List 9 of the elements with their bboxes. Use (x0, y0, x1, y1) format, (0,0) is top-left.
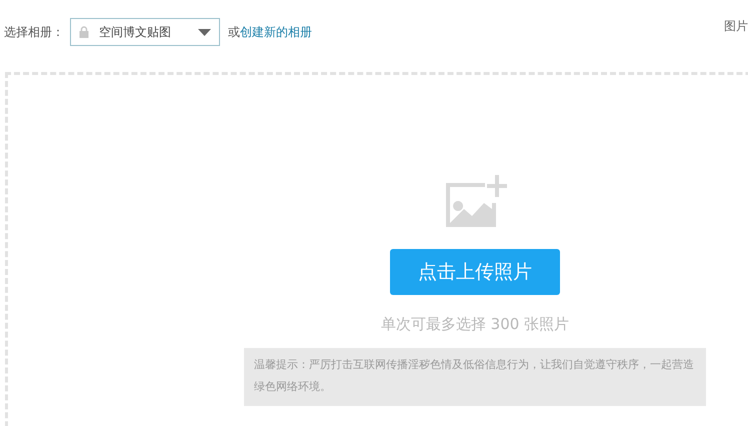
album-label: 选择相册： (4, 24, 64, 40)
caret-icon (198, 28, 211, 36)
upload-limit-text: 单次可最多选择 300 张照片 (380, 315, 570, 334)
upload-photos-button[interactable]: 点击上传照片 (390, 249, 560, 295)
or-text: 或 (228, 24, 240, 40)
album-dropdown[interactable]: 空间博文贴图 (70, 18, 220, 46)
image-text: 图片 (724, 18, 748, 35)
create-album-link[interactable]: 创建新的相册 (240, 24, 312, 40)
notice-text: 温馨提示：严厉打击互联网传播淫秽色情及低俗信息行为，让我们自觉遵守秩序，一起营造绿色网络环境。 (244, 348, 706, 406)
